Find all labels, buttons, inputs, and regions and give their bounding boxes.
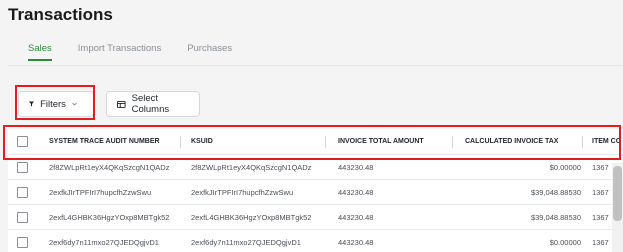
- vertical-scrollbar-thumb[interactable]: [613, 166, 622, 221]
- page-title: Transactions: [8, 5, 113, 24]
- tab-bar: Sales Import Transactions Purchases: [28, 43, 258, 61]
- cell-invoice-total: 443230.48: [338, 187, 374, 197]
- cell-ksuid: 2exfkJIrTPFIrI7hupcfhZzwSwu: [191, 187, 294, 197]
- cell-stan: 2exf6dy7n11mxo27QJEDQgjvD1: [49, 237, 159, 247]
- header-highlight-box: [3, 125, 621, 160]
- cell-stan: 2exfL4GHBK36HgzYOxp8MBTgk52: [49, 212, 170, 222]
- tab-purchases[interactable]: Purchases: [187, 43, 232, 61]
- row-checkbox[interactable]: [17, 186, 28, 198]
- row-checkbox[interactable]: [17, 211, 28, 223]
- cell-invoice-tax: $39,048.88530: [530, 187, 581, 197]
- cell-invoice-tax: $0.00000: [549, 237, 581, 247]
- row-checkbox[interactable]: [17, 236, 28, 248]
- cell-stan: 2exfkJIrTPFIrI7hupcfhZzwSwu: [49, 187, 152, 197]
- cell-ksuid: 2exfL4GHBK36HgzYOxp8MBTgk52: [191, 212, 312, 222]
- table-row[interactable]: 2exfkJIrTPFIrI7hupcfhZzwSwu 2exfkJIrTPFI…: [8, 180, 623, 205]
- tab-sales[interactable]: Sales: [28, 43, 52, 61]
- select-columns-label: Select Columns: [131, 93, 170, 115]
- select-columns-button[interactable]: Select Columns: [106, 91, 200, 117]
- cell-invoice-total: 443230.48: [338, 212, 374, 222]
- table-row[interactable]: 2exfL4GHBK36HgzYOxp8MBTgk52 2exfL4GHBK36…: [8, 205, 623, 230]
- filters-highlight-box: [15, 85, 95, 120]
- table-row[interactable]: 2exf6dy7n11mxo27QJEDQgjvD1 2exf6dy7n11mx…: [8, 230, 623, 252]
- cell-invoice-total: 443230.48: [338, 237, 374, 247]
- row-checkbox[interactable]: [17, 161, 28, 173]
- cell-invoice-tax: $39,048.88530: [530, 212, 581, 222]
- tab-import-transactions[interactable]: Import Transactions: [78, 43, 161, 61]
- tab-divider: [8, 65, 623, 66]
- columns-icon: [117, 100, 126, 108]
- cell-ksuid: 2exf6dy7n11mxo27QJEDQgjvD1: [191, 237, 301, 247]
